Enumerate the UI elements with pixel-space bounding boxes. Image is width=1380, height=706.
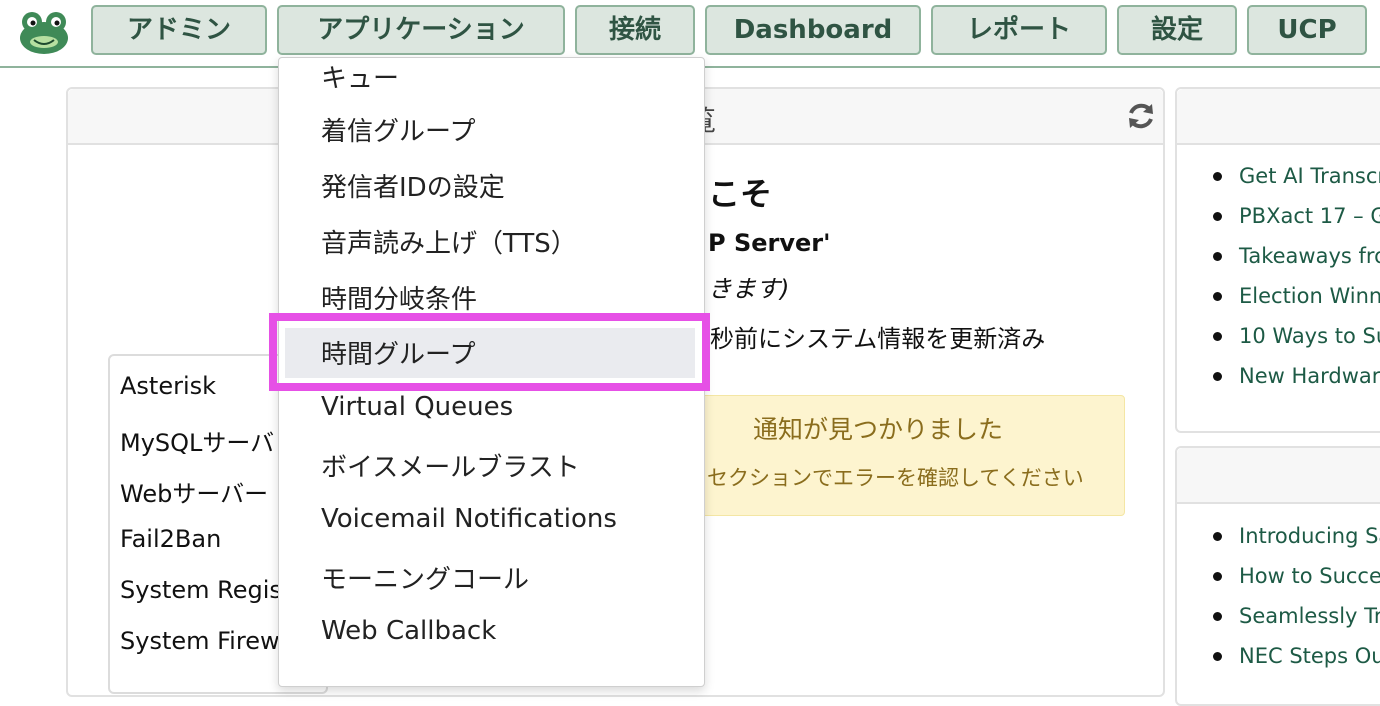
notice-title: 通知が見つかりました — [753, 415, 1004, 444]
notice-message: セクションでエラーを確認してください — [707, 466, 1084, 490]
menu-item-time-conditions[interactable]: 時間分岐条件 — [321, 279, 477, 316]
news-link[interactable]: New Hardware — [1177, 356, 1380, 396]
system-item-firewall: System Firew — [120, 627, 280, 655]
menu-item-virtual-queues[interactable]: Virtual Queues — [321, 392, 513, 422]
system-item-registration: System Regist — [120, 576, 292, 604]
menu-item-ring-groups[interactable]: 着信グループ — [321, 111, 475, 148]
news-link[interactable]: Seamlessly Tra — [1177, 596, 1380, 636]
news-link[interactable]: PBXact 17 – Ge — [1177, 196, 1380, 236]
news-link[interactable]: Introducing Sa — [1177, 516, 1380, 556]
news-link[interactable]: 10 Ways to Sup — [1177, 316, 1380, 356]
menu-item-caller-id[interactable]: 発信者IDの設定 — [321, 167, 505, 204]
news-link[interactable]: Get AI Transcri — [1177, 156, 1380, 196]
news-link[interactable]: Takeaways fror — [1177, 236, 1380, 276]
news-panel-top: Get AI Transcri PBXact 17 – Ge Takeaways… — [1175, 87, 1380, 433]
nav-reports-button[interactable]: レポート — [931, 5, 1107, 55]
menu-item-tts[interactable]: 音声読み上げ（TTS） — [321, 223, 577, 260]
news-link[interactable]: NEC Steps Out — [1177, 636, 1380, 676]
nav-applications-button[interactable]: アプリケーション — [277, 5, 565, 55]
news-link[interactable]: How to Succes — [1177, 556, 1380, 596]
news-list-top: Get AI Transcri PBXact 17 – Ge Takeaways… — [1177, 156, 1380, 396]
news-panel-bottom: Introducing Sa How to Succes Seamlessly … — [1175, 446, 1380, 706]
notice-alert: 通知が見つかりました セクションでエラーを確認してください — [668, 395, 1125, 516]
system-item-webserver: Webサーバー — [120, 480, 269, 508]
system-item-mysql: MySQLサーバ — [120, 429, 275, 457]
menu-item-queues[interactable]: キュー — [321, 58, 399, 95]
nav-ucp-button[interactable]: UCP — [1247, 5, 1367, 55]
nav-connectivity-button[interactable]: 接続 — [575, 5, 695, 55]
welcome-heading: こそ — [708, 175, 773, 213]
nav-dashboard-button[interactable]: Dashboard — [705, 5, 921, 55]
news-list-bottom: Introducing Sa How to Succes Seamlessly … — [1177, 516, 1380, 676]
system-item-fail2ban: Fail2Ban — [120, 525, 222, 553]
menu-item-web-callback[interactable]: Web Callback — [321, 616, 496, 646]
news-panel-bottom-header — [1177, 448, 1380, 504]
selection-highlight-box — [269, 313, 710, 391]
server-name-text: P Server' — [708, 229, 831, 257]
menu-item-voicemail-notifications[interactable]: Voicemail Notifications — [321, 504, 617, 534]
menu-item-wakeup-calls[interactable]: モーニングコール — [321, 559, 529, 596]
nav-settings-button[interactable]: 設定 — [1117, 5, 1237, 55]
frog-logo-icon[interactable] — [16, 8, 72, 56]
news-link[interactable]: Election Winnir — [1177, 276, 1380, 316]
nav-admin-button[interactable]: アドミン — [91, 5, 267, 55]
server-subtext: きます) — [708, 275, 790, 303]
system-item-asterisk: Asterisk — [120, 372, 217, 400]
menu-item-voicemail-blast[interactable]: ボイスメールブラスト — [321, 447, 580, 484]
system-updated-text: 秒前にシステム情報を更新済み — [710, 325, 1046, 353]
news-panel-top-header — [1177, 89, 1380, 145]
refresh-icon[interactable] — [1126, 101, 1156, 131]
